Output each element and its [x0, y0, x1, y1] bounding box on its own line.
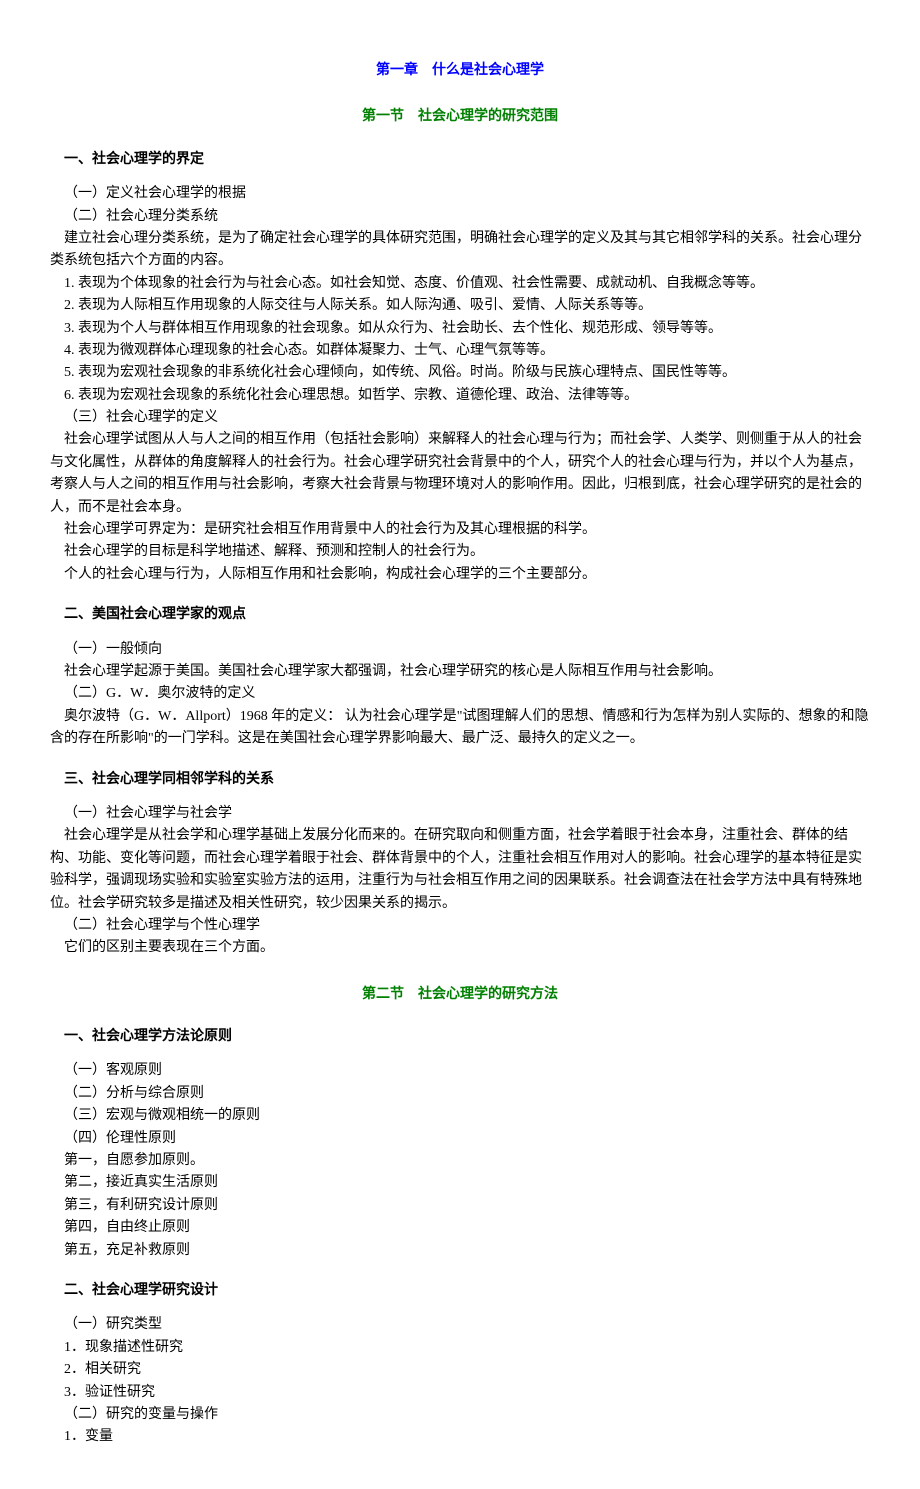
- heading-1-3: 三、社会心理学同相邻学科的关系: [50, 769, 870, 791]
- body-text: 社会心理学起源于美国。美国社会心理学家大都强调，社会心理学研究的核心是人际相互作…: [50, 661, 870, 683]
- body-text: 社会心理学试图从人与人之间的相互作用（包括社会影响）来解释人的社会心理与行为；而…: [50, 429, 870, 519]
- body-text: 1. 表现为个体现象的社会行为与社会心态。如社会知觉、态度、价值观、社会性需要、…: [50, 273, 870, 295]
- body-text: （三）社会心理学的定义: [50, 407, 870, 429]
- heading-2-1: 一、社会心理学方法论原则: [50, 1026, 870, 1048]
- body-text: 6. 表现为宏观社会现象的系统化社会心理思想。如哲学、宗教、道德伦理、政治、法律…: [50, 385, 870, 407]
- body-text: 第二，接近真实生活原则: [50, 1172, 870, 1194]
- body-text: 第一，自愿参加原则。: [50, 1150, 870, 1172]
- body-text: 3．验证性研究: [50, 1382, 870, 1404]
- body-text: （一）研究类型: [50, 1314, 870, 1336]
- body-text: （三）宏观与微观相统一的原则: [50, 1105, 870, 1127]
- body-text: 2．相关研究: [50, 1359, 870, 1381]
- body-text: 社会心理学可界定为：是研究社会相互作用背景中人的社会行为及其心理根据的科学。: [50, 519, 870, 541]
- heading-1-2: 二、美国社会心理学家的观点: [50, 604, 870, 626]
- body-text: 3. 表现为个人与群体相互作用现象的社会现象。如从众行为、社会助长、去个性化、规…: [50, 318, 870, 340]
- body-text: 5. 表现为宏观社会现象的非系统化社会心理倾向，如传统、风俗。时尚。阶级与民族心…: [50, 362, 870, 384]
- body-text: 1．变量: [50, 1426, 870, 1448]
- section-2-title: 第二节 社会心理学的研究方法: [50, 984, 870, 1006]
- body-text: （一）客观原则: [50, 1060, 870, 1082]
- body-text: 个人的社会心理与行为，人际相互作用和社会影响，构成社会心理学的三个主要部分。: [50, 564, 870, 586]
- body-text: 社会心理学的目标是科学地描述、解释、预测和控制人的社会行为。: [50, 541, 870, 563]
- body-text: 第三，有利研究设计原则: [50, 1195, 870, 1217]
- body-text: 第五，充足补救原则: [50, 1240, 870, 1262]
- body-text: （二）社会心理学与个性心理学: [50, 915, 870, 937]
- body-text: 建立社会心理分类系统，是为了确定社会心理学的具体研究范围，明确社会心理学的定义及…: [50, 228, 870, 273]
- chapter-title: 第一章 什么是社会心理学: [50, 60, 870, 82]
- body-text: 第四，自由终止原则: [50, 1217, 870, 1239]
- body-text: （二）社会心理分类系统: [50, 206, 870, 228]
- body-text: 1．现象描述性研究: [50, 1337, 870, 1359]
- body-text: 社会心理学是从社会学和心理学基础上发展分化而来的。在研究取向和侧重方面，社会学着…: [50, 825, 870, 915]
- body-text: （二）G．W．奥尔波特的定义: [50, 683, 870, 705]
- body-text: （一）社会心理学与社会学: [50, 803, 870, 825]
- body-text: （二）研究的变量与操作: [50, 1404, 870, 1426]
- body-text: 它们的区别主要表现在三个方面。: [50, 937, 870, 959]
- body-text: 4. 表现为微观群体心理现象的社会心态。如群体凝聚力、士气、心理气氛等等。: [50, 340, 870, 362]
- heading-2-2: 二、社会心理学研究设计: [50, 1280, 870, 1302]
- body-text: 2. 表现为人际相互作用现象的人际交往与人际关系。如人际沟通、吸引、爱情、人际关…: [50, 295, 870, 317]
- body-text: 奥尔波特（G．W．Allport）1968 年的定义： 认为社会心理学是"试图理…: [50, 706, 870, 751]
- body-text: （四）伦理性原则: [50, 1128, 870, 1150]
- body-text: （二）分析与综合原则: [50, 1083, 870, 1105]
- body-text: （一）一般倾向: [50, 639, 870, 661]
- body-text: （一）定义社会心理学的根据: [50, 183, 870, 205]
- heading-1-1: 一、社会心理学的界定: [50, 149, 870, 171]
- section-1-title: 第一节 社会心理学的研究范围: [50, 106, 870, 128]
